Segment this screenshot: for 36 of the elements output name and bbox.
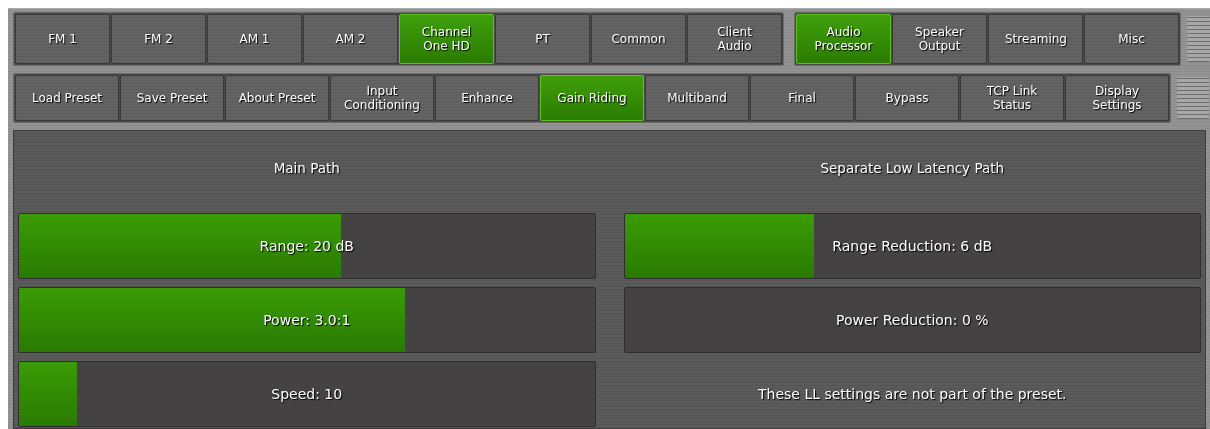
tab[interactable]: AM 1 bbox=[207, 14, 302, 64]
tab[interactable]: Speaker Output bbox=[892, 14, 987, 64]
tab[interactable]: Load Preset bbox=[15, 75, 119, 121]
tab[interactable]: Misc bbox=[1084, 14, 1179, 64]
section-title: Separate Low Latency Path bbox=[819, 159, 1006, 178]
tab[interactable]: Client Audio bbox=[687, 14, 782, 64]
tab[interactable]: Enhance bbox=[435, 75, 539, 121]
tab[interactable]: Bypass bbox=[855, 75, 959, 121]
slider[interactable]: Power: 3.0:1 bbox=[18, 287, 596, 353]
slider[interactable]: Range Reduction: 6 dB bbox=[623, 213, 1201, 279]
tab[interactable]: FM 1 bbox=[15, 14, 110, 64]
tab[interactable]: Input Conditioning bbox=[330, 75, 434, 121]
tab[interactable]: Streaming bbox=[988, 14, 1083, 64]
slider-label: Power: 3.0:1 bbox=[263, 312, 351, 328]
tab[interactable]: About Preset bbox=[225, 75, 329, 121]
tab[interactable]: PT bbox=[495, 14, 590, 64]
tab[interactable]: Audio Processor bbox=[796, 14, 891, 64]
tab[interactable]: Multiband bbox=[645, 75, 749, 121]
tab[interactable]: TCP Link Status bbox=[960, 75, 1064, 121]
grip-handle-icon[interactable] bbox=[1187, 16, 1210, 62]
tab[interactable]: Save Preset bbox=[120, 75, 224, 121]
tab[interactable]: FM 2 bbox=[111, 14, 206, 64]
tab[interactable]: AM 2 bbox=[303, 14, 398, 64]
note-text: These LL settings are not part of the preset. bbox=[757, 385, 1068, 404]
grip-handle-icon[interactable] bbox=[1177, 77, 1209, 119]
slider-label: Range: 20 dB bbox=[259, 238, 354, 254]
section-title: Main Path bbox=[272, 159, 341, 178]
slider[interactable]: Range: 20 dB bbox=[18, 213, 596, 279]
tab[interactable]: Gain Riding bbox=[540, 75, 644, 121]
tab[interactable]: Common bbox=[591, 14, 686, 64]
tab[interactable]: Channel One HD bbox=[399, 14, 494, 64]
tab[interactable]: Final bbox=[750, 75, 854, 121]
slider-label: Speed: 10 bbox=[271, 386, 343, 402]
tab[interactable]: Display Settings bbox=[1065, 75, 1169, 121]
slider-label: Range Reduction: 6 dB bbox=[832, 238, 993, 254]
slider[interactable]: Speed: 10 bbox=[18, 361, 596, 427]
